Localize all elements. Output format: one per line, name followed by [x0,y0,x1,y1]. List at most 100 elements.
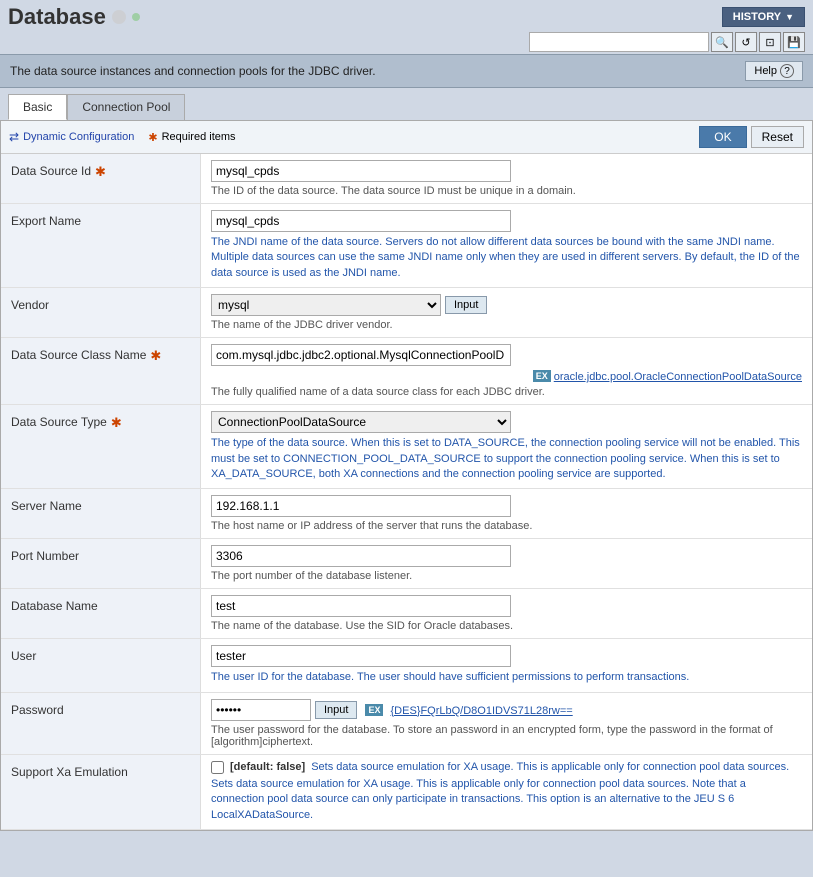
port-number-content: The port number of the database listener… [201,539,812,588]
server-name-content: The host name or IP address of the serve… [201,489,812,538]
user-content: The user ID for the database. The user s… [201,639,812,691]
chevron-down-icon: ▼ [785,12,794,22]
support-xa-content: [default: false] Sets data source emulat… [201,755,812,829]
toolbar-left: ⇄ Dynamic Configuration ✱ Required items [9,130,236,144]
save-button[interactable]: 💾 [783,32,805,52]
user-desc: The user ID for the database. The user s… [211,670,802,685]
server-name-label: Server Name [1,489,201,538]
support-xa-desc-inline: Sets data source emulation for XA usage.… [311,761,789,773]
title-dot-1 [112,10,126,24]
export-name-row: Export Name The JNDI name of the data so… [1,204,812,288]
form-container: ⇄ Dynamic Configuration ✱ Required items… [0,120,813,831]
ex-badge-class: EX [533,370,551,382]
user-row: User The user ID for the database. The u… [1,639,812,692]
title-dot-2 [132,13,140,21]
vendor-controls: mysql oracle db2 sqlserver Input [211,294,802,316]
support-xa-label: Support Xa Emulation [1,755,201,829]
search-bar: 🔍 ↺ ⊡ 💾 [0,30,813,54]
server-name-input[interactable] [211,495,511,517]
ds-type-select[interactable]: ConnectionPoolDataSource DataSource XADa… [211,411,511,433]
search-button[interactable]: 🔍 [711,32,733,52]
data-source-id-label: Data Source Id ✱ [1,154,201,203]
password-input-button[interactable]: Input [315,701,357,719]
database-name-input[interactable] [211,595,511,617]
data-source-id-content: The ID of the data source. The data sour… [201,154,812,203]
tab-connection-pool[interactable]: Connection Pool [67,94,185,120]
class-name-desc: The fully qualified name of a data sourc… [211,386,802,398]
toolbar-right: OK Reset [699,126,804,148]
cog-icon: ✱ [148,131,157,144]
search-input[interactable] [529,32,709,52]
password-desc: The user password for the database. To s… [211,724,802,748]
export-name-label: Export Name [1,204,201,287]
vendor-select[interactable]: mysql oracle db2 sqlserver [211,294,441,316]
ds-type-row: Data Source Type ✱ ConnectionPoolDataSou… [1,405,812,489]
data-source-id-row: Data Source Id ✱ The ID of the data sour… [1,154,812,204]
password-label: Password [1,693,201,754]
database-name-desc: The name of the database. Use the SID fo… [211,620,802,632]
app-title-group: Database [8,4,140,30]
port-number-desc: The port number of the database listener… [211,570,802,582]
database-name-row: Database Name The name of the database. … [1,589,812,639]
database-name-label: Database Name [1,589,201,638]
support-xa-desc: Sets data source emulation for XA usage.… [211,777,802,823]
port-number-label: Port Number [1,539,201,588]
server-name-row: Server Name The host name or IP address … [1,489,812,539]
support-xa-checkbox[interactable] [211,761,224,774]
user-label: User [1,639,201,691]
history-button[interactable]: HISTORY ▼ [722,7,805,27]
export-button[interactable]: ⊡ [759,32,781,52]
password-input[interactable] [211,699,311,721]
refresh-button[interactable]: ↺ [735,32,757,52]
tabs-container: Basic Connection Pool [0,88,813,120]
vendor-content: mysql oracle db2 sqlserver Input The nam… [201,288,812,337]
app-title: Database [8,4,106,30]
top-bar: Database HISTORY ▼ [0,0,813,30]
help-icon: ? [780,64,794,78]
export-name-content: The JNDI name of the data source. Server… [201,204,812,287]
password-row: Password Input EX {DES}FQrLbQ/D8O1IDVS71… [1,693,812,755]
data-source-id-desc: The ID of the data source. The data sour… [211,185,802,197]
info-text: The data source instances and connection… [10,64,376,78]
ds-type-label: Data Source Type ✱ [1,405,201,488]
vendor-row: Vendor mysql oracle db2 sqlserver Input … [1,288,812,338]
help-button[interactable]: Help ? [745,61,803,81]
toolbar: ⇄ Dynamic Configuration ✱ Required items… [1,121,812,154]
ds-type-content: ConnectionPoolDataSource DataSource XADa… [201,405,812,488]
class-name-label: Data Source Class Name ✱ [1,338,201,404]
dynamic-config-link[interactable]: ⇄ Dynamic Configuration [9,130,134,144]
required-star-class: ✱ [150,348,161,364]
data-source-id-input[interactable] [211,160,511,182]
password-ex-link[interactable]: {DES}FQrLbQ/D8O1IDVS71L28rw== [390,705,572,717]
class-name-input[interactable] [211,344,511,366]
support-xa-row: Support Xa Emulation [default: false] Se… [1,755,812,830]
support-xa-default: [default: false] [230,761,305,773]
support-xa-controls: [default: false] Sets data source emulat… [211,761,802,774]
info-bar: The data source instances and connection… [0,54,813,88]
port-number-row: Port Number The port number of the datab… [1,539,812,589]
port-number-input[interactable] [211,545,511,567]
password-controls: Input EX {DES}FQrLbQ/D8O1IDVS71L28rw== [211,699,802,721]
required-star: ✱ [95,164,106,180]
ds-type-desc: The type of the data source. When this i… [211,436,802,482]
ex-badge-password: EX [365,704,383,716]
server-name-desc: The host name or IP address of the serve… [211,520,802,532]
user-input[interactable] [211,645,511,667]
export-name-desc: The JNDI name of the data source. Server… [211,235,802,281]
vendor-desc: The name of the JDBC driver vendor. [211,319,802,331]
class-name-ex: EX oracle.jdbc.pool.OracleConnectionPool… [211,369,802,383]
database-name-content: The name of the database. Use the SID fo… [201,589,812,638]
class-name-ex-link[interactable]: oracle.jdbc.pool.OracleConnectionPoolDat… [554,371,802,383]
required-star-type: ✱ [111,415,122,431]
reset-button[interactable]: Reset [751,126,804,148]
password-content: Input EX {DES}FQrLbQ/D8O1IDVS71L28rw== T… [201,693,812,754]
required-items-label: ✱ Required items [148,131,235,144]
vendor-input-button[interactable]: Input [445,296,487,314]
vendor-label: Vendor [1,288,201,337]
class-name-row: Data Source Class Name ✱ EX oracle.jdbc.… [1,338,812,405]
tab-basic[interactable]: Basic [8,94,67,120]
sync-icon: ⇄ [9,130,19,144]
export-name-input[interactable] [211,210,511,232]
ok-button[interactable]: OK [699,126,746,148]
class-name-content: EX oracle.jdbc.pool.OracleConnectionPool… [201,338,812,404]
